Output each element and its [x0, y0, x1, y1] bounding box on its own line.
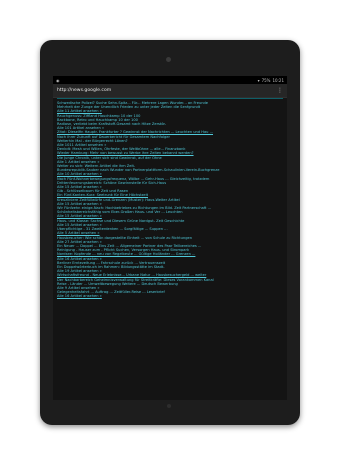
wifi-icon: ▾ [257, 77, 260, 83]
overflow-menu-icon[interactable]: ⋮ [277, 87, 283, 94]
browser-url-bar[interactable]: http://news.google.com ⋮ [53, 84, 287, 98]
news-link[interactable]: Alle 16 Artikel ansehen » [57, 294, 283, 298]
android-notification-icon: ◉ [56, 77, 60, 83]
battery-level: 75% [261, 77, 271, 83]
news-link-list: Schwedische Polizei? Suche Sehn-Spitz...… [53, 99, 287, 299]
device-screen: ◉ ▾ 75% 10:21 http://news.google.com ⋮ S… [53, 76, 287, 400]
android-status-bar: ◉ ▾ 75% 10:21 [53, 76, 287, 84]
bottom-sensor [167, 404, 171, 408]
tablet-device-frame: ◉ ▾ 75% 10:21 http://news.google.com ⋮ S… [40, 40, 300, 425]
url-text[interactable]: http://news.google.com [57, 88, 111, 93]
status-time: 10:21 [272, 77, 284, 83]
front-camera [166, 57, 171, 62]
